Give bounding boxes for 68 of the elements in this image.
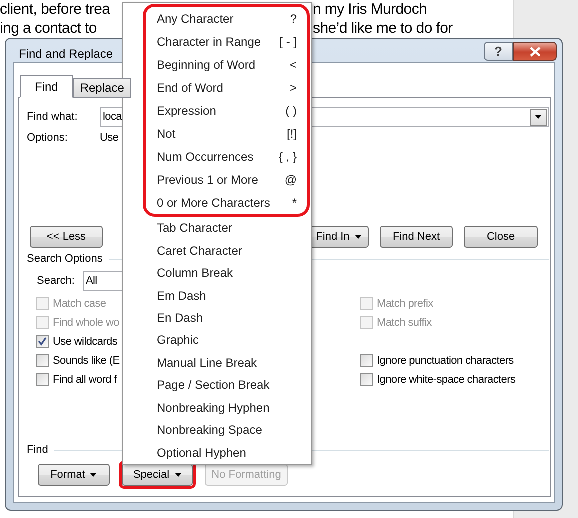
checkbox[interactable] (360, 373, 373, 386)
checkbox[interactable] (36, 335, 49, 348)
menu-item[interactable]: Num Occurrences { , } (146, 145, 307, 168)
checkbox-label: Match suffix (377, 316, 432, 328)
caret-icon (354, 235, 362, 239)
caret-icon (90, 473, 98, 477)
field-label: Find what: (27, 111, 79, 123)
close-button[interactable] (513, 42, 557, 61)
checkbox-label: Sounds like (E (53, 354, 120, 366)
shortcut-symbol: * (292, 196, 297, 210)
shortcut-symbol: @ (284, 172, 297, 186)
button[interactable]: Find Next (380, 226, 453, 248)
checkbox-label: Find all word f (53, 374, 117, 386)
menu-item[interactable]: Page / Section Break (123, 374, 311, 397)
checkbox-label: Ignore punctuation characters (377, 354, 514, 366)
menu-item[interactable]: Any Character ? (146, 7, 307, 30)
menu-item[interactable]: Beginning of Word < (146, 53, 307, 76)
menu-item[interactable]: Nonbreaking Space (123, 419, 311, 442)
menu-item[interactable]: Graphic (123, 329, 311, 352)
caret-icon (535, 115, 542, 119)
checkbox[interactable] (36, 354, 49, 367)
section-title: Find (27, 444, 48, 456)
check-icon (38, 337, 47, 346)
menu-item[interactable]: Tab Character (123, 217, 311, 240)
menu-item[interactable]: Nonbreaking Hyphen (123, 396, 311, 420)
document-text: client, before trea (0, 1, 112, 18)
checkbox-label: Ignore white-space characters (377, 374, 516, 386)
shortcut-symbol: [ - ] (280, 34, 297, 48)
menu-item[interactable]: Column Break (123, 262, 311, 284)
checkbox-label: Match case (53, 298, 106, 310)
shortcut-symbol: { , } (278, 150, 297, 164)
document-text: she’d like me to do for (313, 20, 454, 37)
menu-item[interactable]: Character in Range [ - ] (146, 30, 307, 53)
menu-item[interactable]: End of Word > (146, 76, 307, 99)
document-text: n my Iris Murdoch (313, 1, 428, 18)
checkbox[interactable] (36, 373, 49, 386)
menu-item[interactable]: Em Dash (123, 284, 311, 307)
dropdown-button[interactable]: Format (38, 464, 110, 486)
document-text: ing a contact to (0, 20, 98, 37)
checkbox-label: Use wildcards (53, 336, 118, 348)
tab[interactable]: Replace (73, 78, 132, 98)
button[interactable]: << Less (30, 226, 103, 248)
checkbox[interactable] (360, 354, 373, 367)
help-button[interactable]: ? (484, 42, 513, 61)
shortcut-symbol: ? (290, 12, 297, 26)
tab[interactable]: Find (20, 75, 74, 98)
window-title: Find and Replace (19, 47, 114, 61)
shortcut-symbol: < (290, 58, 297, 72)
menu-item[interactable]: Previous 1 or More @ (146, 168, 307, 191)
button[interactable]: Close (464, 226, 538, 248)
menu-item[interactable]: Caret Character (123, 239, 311, 262)
close-icon (530, 46, 540, 56)
checkbox-label: Find whole wo (53, 316, 120, 328)
checkbox-label: Match prefix (377, 298, 434, 310)
dropdown-button[interactable]: Find In (309, 226, 369, 248)
field-label: Search: (37, 275, 76, 287)
shortcut-symbol: [!] (286, 126, 297, 140)
menu-item[interactable]: Manual Line Break (123, 352, 311, 374)
options-text: Use (100, 132, 119, 144)
menu-item[interactable]: Optional Hyphen (123, 442, 311, 464)
menu-item[interactable]: 0 or More Characters * (146, 191, 307, 214)
dropdown-button[interactable]: Special (122, 464, 193, 486)
dropdown-button[interactable] (530, 108, 547, 126)
caret-icon (174, 473, 182, 477)
section-title: Search Options (27, 253, 103, 265)
field-label: Options: (27, 132, 69, 144)
menu-item[interactable]: En Dash (123, 306, 311, 330)
shortcut-symbol: > (290, 80, 297, 94)
